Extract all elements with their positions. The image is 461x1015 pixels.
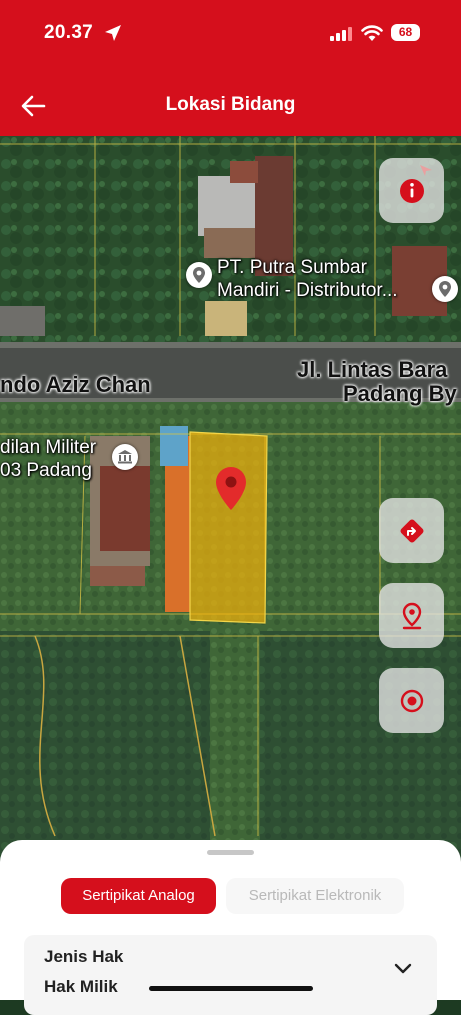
field-value: Hak Milik: [44, 977, 118, 996]
road-label: ndo Aziz Chan: [0, 372, 151, 397]
poi-pin-icon[interactable]: [186, 262, 212, 288]
sheet-drag-handle[interactable]: [207, 850, 254, 855]
chevron-down-icon[interactable]: [394, 963, 412, 975]
directions-icon: [400, 519, 423, 542]
road-label: Jl. Lintas Bara Padang By: [297, 358, 457, 406]
road-label-line: Padang By: [343, 381, 457, 406]
compass-north-icon: [420, 165, 432, 176]
wifi-icon: [361, 25, 383, 41]
status-bar: 20.37 68: [0, 0, 461, 70]
field-label: Jenis Hak: [44, 947, 124, 966]
poi-pin-icon[interactable]: [432, 276, 458, 302]
satellite-map[interactable]: PT. Putra Sumbar Mandiri - Distributor..…: [0, 136, 461, 866]
parcel-marker-icon[interactable]: [214, 466, 248, 512]
home-indicator: [149, 986, 313, 991]
tab-sertipikat-analog[interactable]: Sertipikat Analog: [61, 878, 216, 914]
directions-button[interactable]: [379, 498, 444, 563]
battery-indicator: 68: [391, 24, 420, 41]
location-pin-button[interactable]: [379, 583, 444, 648]
info-button[interactable]: [379, 158, 444, 223]
poi-label-line: Mandiri - Distributor...: [217, 280, 398, 301]
tab-sertipikat-elektronik[interactable]: Sertipikat Elektronik: [226, 878, 404, 914]
poi-label-line: dilan Militer: [0, 437, 97, 458]
my-location-button[interactable]: [379, 668, 444, 733]
app-header: Lokasi Bidang: [0, 70, 461, 136]
poi-label-line: 03 Padang: [0, 460, 92, 481]
target-icon: [400, 689, 423, 712]
page-title: Lokasi Bidang: [165, 94, 296, 115]
poi-label-line: PT. Putra Sumbar: [217, 257, 367, 278]
location-pin-icon: [402, 602, 421, 629]
info-icon: [399, 178, 424, 203]
location-arrow-icon: [105, 25, 121, 41]
poi-label[interactable]: dilan Militer 03 Padang: [0, 436, 96, 482]
building-pin-icon[interactable]: [112, 444, 138, 470]
clock: 20.37: [44, 22, 94, 43]
signal-icon: [330, 27, 352, 41]
jenis-hak-card[interactable]: Jenis Hak Hak Milik: [24, 935, 437, 1015]
bottom-sheet: Sertipikat Analog Sertipikat Elektronik …: [0, 840, 461, 1015]
road-label-line: Jl. Lintas Bara: [297, 357, 448, 382]
poi-label[interactable]: PT. Putra Sumbar Mandiri - Distributor..…: [217, 256, 398, 302]
